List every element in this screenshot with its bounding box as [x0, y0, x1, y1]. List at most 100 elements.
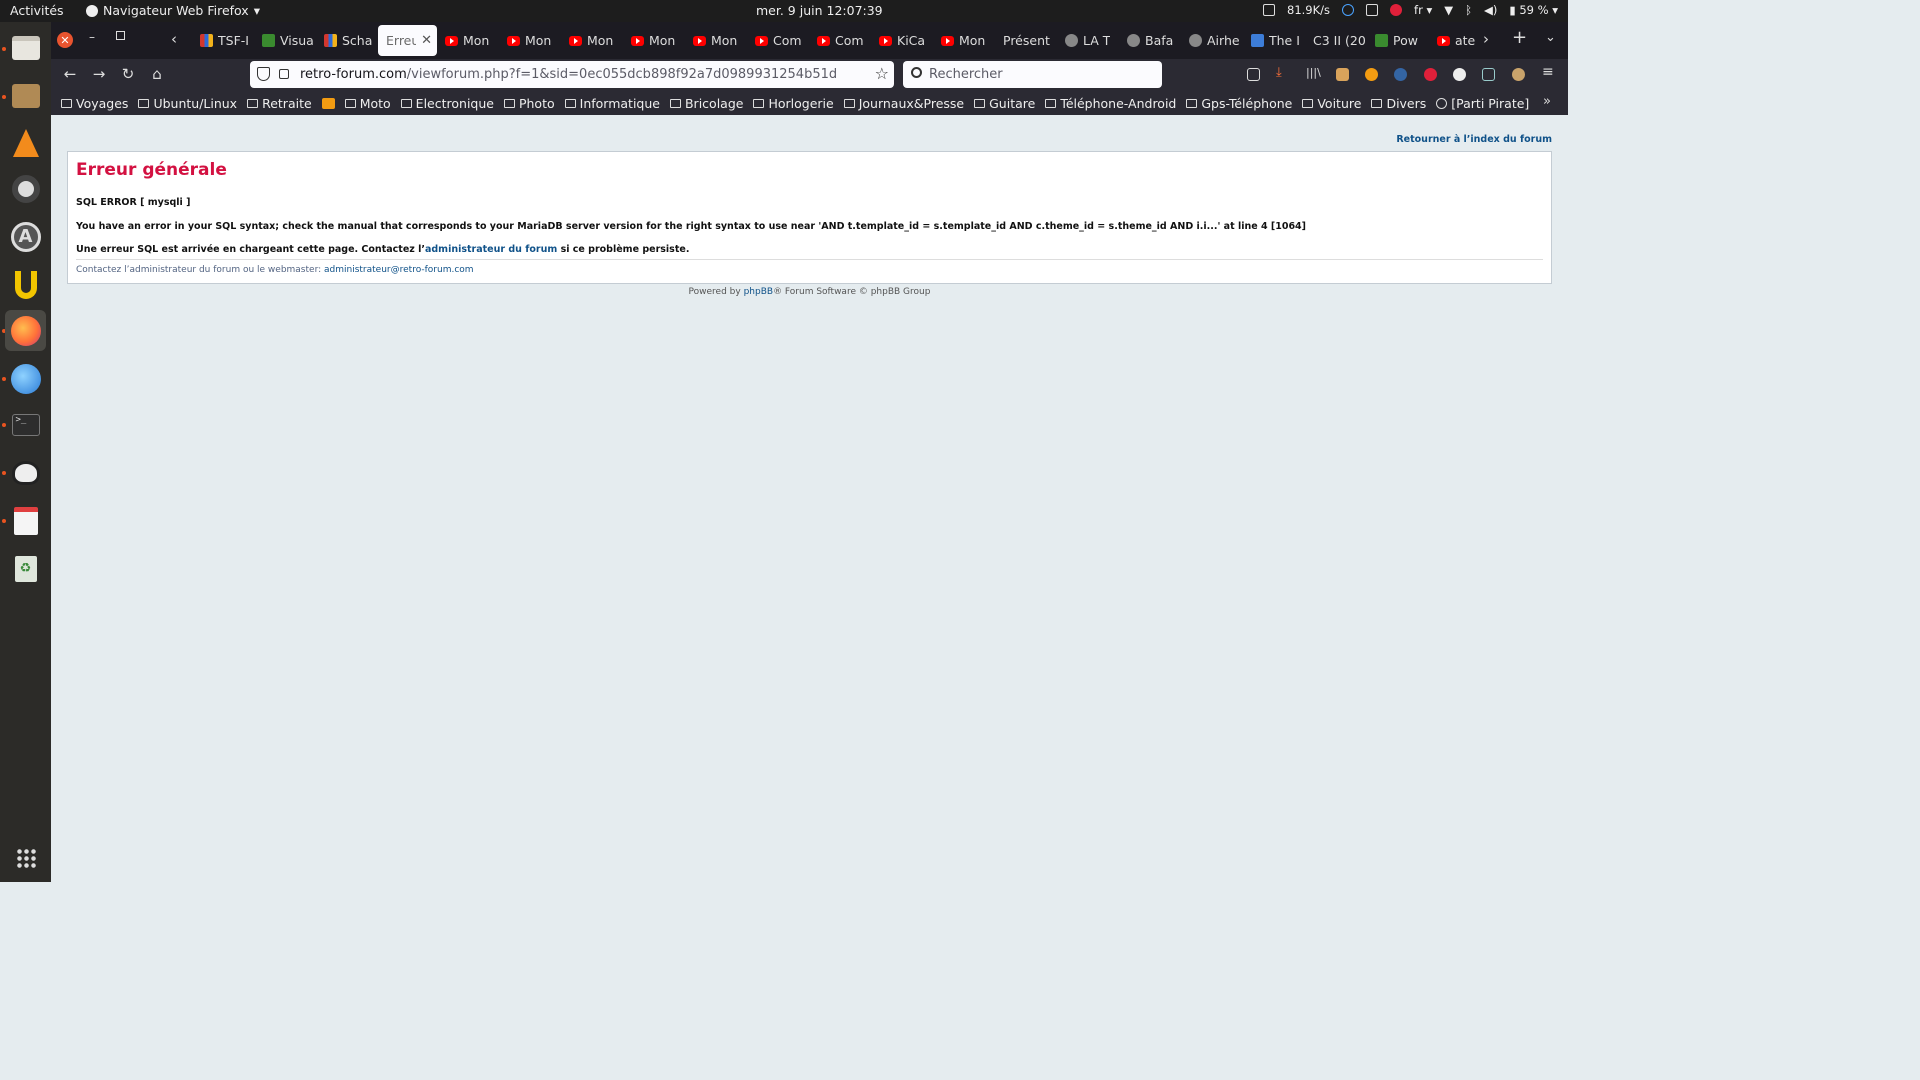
downloads-icon[interactable]: ⤓ — [1276, 65, 1289, 80]
bookmark-item[interactable]: Téléphone-Android — [1045, 96, 1176, 111]
extension-icon[interactable] — [1336, 68, 1349, 81]
tab[interactable]: Mon — [933, 25, 995, 56]
display-icon[interactable] — [1366, 4, 1379, 16]
lock-icon[interactable] — [279, 69, 289, 79]
home-button[interactable]: ⌂ — [147, 65, 167, 83]
reload-button[interactable]: ↻ — [118, 65, 138, 83]
dock-trash[interactable]: ♻ — [5, 548, 46, 589]
tab-scroll-left-icon[interactable]: ‹ — [171, 30, 177, 48]
tab-close-icon[interactable]: ✕ — [421, 33, 437, 48]
tab[interactable]: Erreur ✕ — [378, 25, 437, 56]
tab[interactable]: Mon — [561, 25, 623, 56]
bookmark-item[interactable]: Divers — [1371, 96, 1426, 111]
bookmark-item[interactable]: Ubuntu/Linux — [138, 96, 237, 111]
tab[interactable]: Présent — [995, 25, 1057, 56]
bookmark-item[interactable]: [Parti Pirate] — [1436, 96, 1529, 111]
tab[interactable]: Airhe — [1181, 25, 1243, 56]
tab[interactable]: ate — [1429, 25, 1491, 56]
tab[interactable]: Bafa — [1119, 25, 1181, 56]
folder-icon — [247, 98, 259, 108]
dock-thunderbird[interactable] — [5, 358, 46, 399]
window-minimize-button[interactable]: – — [89, 30, 95, 44]
bookmark-item[interactable]: Bricolage — [669, 96, 743, 111]
tab[interactable]: Com — [809, 25, 871, 56]
bookmark-item[interactable]: Horlogerie — [753, 96, 834, 111]
bluetooth-icon[interactable]: ᛒ — [1465, 3, 1472, 17]
tab[interactable]: The I — [1243, 25, 1305, 56]
app-menu[interactable]: Navigateur Web Firefox ▾ — [86, 3, 260, 18]
tab[interactable]: TSF-I — [192, 25, 254, 56]
sync-icon[interactable] — [1342, 4, 1355, 16]
tab[interactable]: Visua — [254, 25, 316, 56]
tab[interactable]: KiCa — [871, 25, 933, 56]
back-to-index-link[interactable]: Retourner à l’index du forum — [1396, 134, 1552, 145]
activities-button[interactable]: Activités — [10, 3, 64, 18]
bookmark-item[interactable]: Voyages — [61, 96, 128, 111]
extension-icon[interactable] — [1482, 68, 1495, 81]
tab[interactable]: Mon — [499, 25, 561, 56]
tab[interactable]: Com — [747, 25, 809, 56]
phpbb-link[interactable]: phpBB — [744, 287, 773, 297]
dock-archive-manager[interactable] — [5, 75, 46, 116]
bookmarks-overflow-icon[interactable]: » — [1543, 94, 1910, 109]
window-maximize-button[interactable] — [116, 31, 125, 40]
tab[interactable]: Mon — [685, 25, 747, 56]
library-icon[interactable]: |||\ — [1306, 66, 1321, 79]
dock-penguin[interactable] — [5, 452, 46, 493]
tab[interactable]: Mon — [623, 25, 685, 56]
dock-files[interactable] — [5, 27, 46, 68]
dock-terminal[interactable]: >_ — [5, 404, 46, 445]
list-all-tabs-icon[interactable]: ⌄ — [1545, 30, 1556, 45]
keyboard-layout[interactable]: fr ▾ — [1414, 3, 1432, 17]
mega-icon[interactable] — [1390, 4, 1403, 16]
bookmark-item[interactable] — [321, 97, 335, 109]
screenshot-icon[interactable] — [1263, 4, 1276, 16]
window-close-button[interactable]: ✕ — [57, 32, 73, 48]
extension-icon[interactable] — [1453, 68, 1466, 81]
dock-magnet[interactable] — [5, 264, 46, 305]
bookmark-item[interactable]: Retraite — [247, 96, 312, 111]
bookmark-item[interactable]: Moto — [344, 96, 391, 111]
back-button[interactable]: ← — [60, 65, 80, 83]
extension-icon[interactable] — [1365, 68, 1378, 81]
bookmark-item[interactable]: Guitare — [974, 96, 1035, 111]
dock-firefox[interactable] — [5, 310, 46, 351]
volume-icon[interactable]: ◀) — [1484, 3, 1497, 17]
show-applications[interactable] — [5, 837, 46, 878]
forum-admin-link[interactable]: administrateur du forum — [425, 244, 557, 255]
extension-icon[interactable] — [1512, 68, 1525, 81]
pocket-icon[interactable] — [1247, 68, 1260, 81]
dock-disc[interactable] — [5, 168, 46, 209]
tracking-protection-icon[interactable] — [257, 67, 270, 81]
wifi-icon[interactable]: ▼ — [1444, 3, 1453, 17]
extension-icon[interactable] — [1394, 68, 1407, 81]
dock-vlc[interactable] — [5, 122, 46, 163]
search-input[interactable]: Rechercher — [903, 61, 1162, 88]
bookmark-item[interactable]: Informatique — [564, 96, 660, 111]
bookmark-item[interactable]: Journaux&Presse — [843, 96, 964, 111]
tab-scroll-right-icon[interactable]: › — [1483, 30, 1489, 48]
dock-reader[interactable] — [5, 500, 46, 541]
dock-software[interactable]: A — [5, 216, 46, 257]
tab[interactable]: Mon — [437, 25, 499, 56]
tab[interactable]: C3 II (20 — [1305, 25, 1367, 56]
url-text[interactable]: retro-forum.com/viewforum.php?f=1&sid=0e… — [300, 67, 837, 82]
clock[interactable]: mer. 9 juin 12:07:39 — [756, 3, 883, 18]
battery-indicator[interactable]: ▮ 59 % ▾ — [1509, 3, 1558, 17]
bookmark-item[interactable]: Electronique — [400, 96, 494, 111]
tab[interactable]: LA T — [1057, 25, 1119, 56]
forward-button[interactable]: → — [89, 65, 109, 83]
new-tab-button[interactable]: + — [1512, 27, 1527, 48]
tab[interactable]: Scha — [316, 25, 378, 56]
mega-extension-icon[interactable] — [1424, 68, 1437, 81]
bookmark-star-icon[interactable]: ☆ — [875, 64, 889, 83]
bookmark-label: Photo — [518, 95, 555, 111]
system-tray[interactable]: 81.9K/s fr ▾ ▼ ᛒ ◀) ▮ 59 % ▾ — [1263, 3, 1558, 17]
url-bar[interactable]: retro-forum.com/viewforum.php?f=1&sid=0e… — [250, 61, 894, 88]
menu-icon[interactable]: ≡ — [1542, 64, 1555, 80]
bookmark-item[interactable]: Gps-Téléphone — [1186, 96, 1292, 111]
admin-email-link[interactable]: administrateur@retro-forum.com — [324, 265, 474, 275]
tab[interactable]: Pow — [1367, 25, 1429, 56]
bookmark-item[interactable]: Voiture — [1302, 96, 1361, 111]
bookmark-item[interactable]: Photo — [503, 95, 555, 111]
